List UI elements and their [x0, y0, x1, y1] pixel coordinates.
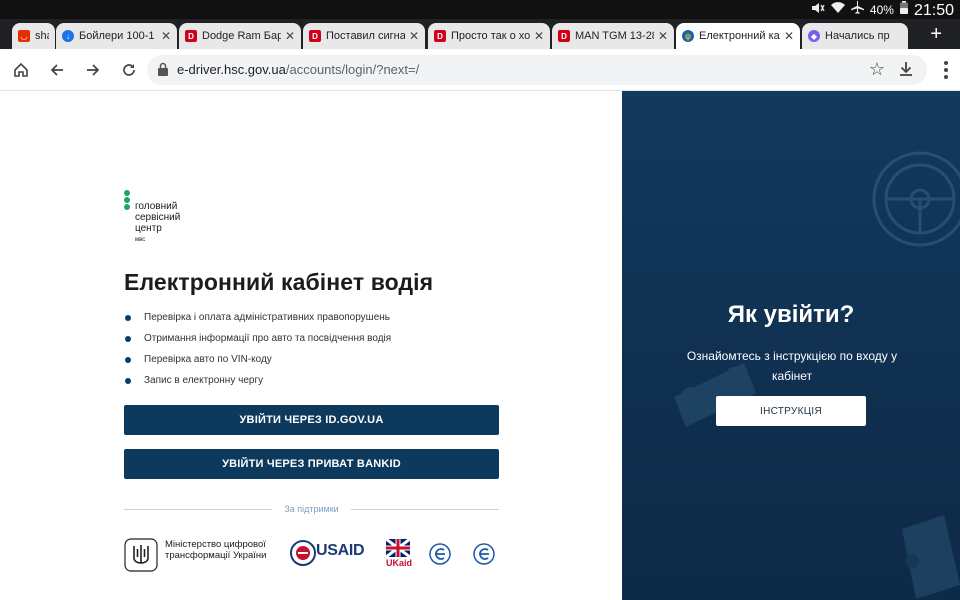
tab-prosto[interactable]: D Просто так о хо ✕ [428, 23, 550, 49]
clock: 21:50 [913, 1, 954, 19]
page-title: Електронний кабінет водія [124, 269, 434, 295]
battery-level: 40% [869, 3, 894, 17]
address-bar[interactable]: e-driver.hsc.gov.ua/accounts/login/?next… [147, 55, 927, 85]
aliexpress-icon: ◡ [18, 30, 30, 42]
status-bar: 40% 21:50 [0, 0, 960, 19]
e-letter-icon [473, 543, 495, 565]
logo-text: головний сервісний центр [135, 201, 181, 234]
close-tab-icon[interactable]: ✕ [784, 29, 794, 43]
viber-icon: ◆ [808, 30, 820, 42]
list-item: Перевірка авто по VIN-коду [124, 353, 504, 374]
battery-icon [899, 1, 908, 19]
url-text[interactable]: e-driver.hsc.gov.ua/accounts/login/?next… [177, 62, 419, 77]
logo-dots-icon [124, 190, 132, 211]
back-button[interactable] [46, 59, 68, 81]
steering-wheel-icon [872, 151, 960, 247]
tab-sha[interactable]: ◡ sha [12, 23, 55, 49]
help-description: Ознайомтесь з інструкцією по входу у каб… [686, 349, 898, 383]
login-privat-bankid-button[interactable]: УВІЙТИ ЧЕРЕЗ ПРИВАТ BANKID [124, 449, 499, 479]
close-tab-icon[interactable]: ✕ [161, 29, 171, 43]
ukraine-emblem-icon: ψ [682, 30, 694, 42]
drive2-icon: D [185, 30, 197, 42]
reload-icon [123, 64, 135, 76]
tab-signal[interactable]: D Поставил сигна ✕ [303, 23, 425, 49]
tab-boilers[interactable]: ↓ Бойлери 100-1 ✕ [56, 23, 177, 49]
browser-toolbar: e-driver.hsc.gov.ua/accounts/login/?next… [0, 49, 960, 91]
new-tab-button[interactable]: + [930, 21, 942, 47]
tab-nachalis[interactable]: ◆ Начались пр [802, 23, 908, 49]
bullet-icon [125, 357, 131, 363]
drive2-icon: D [558, 30, 570, 42]
page: головний сервісний центр мвс Електронний… [0, 91, 960, 600]
tab-strip: ◡ sha ↓ Бойлери 100-1 ✕ D Dodge Ram Бар … [0, 19, 960, 49]
close-tab-icon[interactable]: ✕ [285, 29, 295, 43]
ukaid-text: UKaid [386, 558, 413, 568]
bullet-icon [125, 378, 131, 384]
home-button[interactable] [10, 59, 32, 81]
ministry-name: Міністерство цифрової трансформації Укра… [165, 539, 267, 561]
support-divider: За підтримки [124, 503, 499, 517]
tab-e-driver[interactable]: ψ Електронний ка ✕ [676, 23, 800, 49]
tab-man-tgm[interactable]: D MAN TGM 13-28 ✕ [552, 23, 674, 49]
drive2-icon: D [434, 30, 446, 42]
bullet-icon [125, 315, 131, 321]
ministry-logo [124, 538, 158, 577]
wifi-icon [830, 1, 845, 19]
login-id-gov-button[interactable]: УВІЙТИ ЧЕРЕЗ ID.GOV.UA [124, 405, 499, 435]
usaid-logo [290, 540, 316, 571]
back-arrow-icon [50, 64, 63, 76]
forward-button[interactable] [82, 59, 104, 81]
browser-menu-button[interactable] [944, 61, 948, 82]
mute-icon [811, 2, 825, 19]
forward-arrow-icon [87, 64, 100, 76]
eu-partner-logo-1 [428, 542, 452, 571]
download-icon[interactable] [897, 60, 915, 78]
bookmark-star-icon[interactable]: ☆ [869, 59, 885, 80]
globe-icon: ↓ [62, 30, 74, 42]
drive2-icon: D [309, 30, 321, 42]
bullet-icon [125, 336, 131, 342]
trident-icon [124, 538, 158, 572]
uk-flag-icon [385, 537, 411, 559]
list-item: Перевірка і оплата адміністративних прав… [124, 311, 504, 332]
airplane-icon [850, 1, 864, 19]
list-item: Запис в електронну чергу [124, 374, 504, 395]
usaid-text: USAID [316, 542, 365, 559]
login-panel: головний сервісний центр мвс Електронний… [0, 91, 622, 600]
home-icon [14, 62, 28, 77]
e-letter-icon [429, 543, 451, 565]
eu-partner-logo-2 [472, 542, 496, 571]
lock-icon [158, 62, 168, 76]
instruction-button[interactable]: ІНСТРУКЦІЯ [716, 396, 866, 426]
fuel-canister-icon [902, 515, 960, 599]
close-tab-icon[interactable]: ✕ [534, 29, 544, 43]
reload-button[interactable] [118, 59, 140, 81]
usaid-seal-icon [290, 540, 316, 566]
close-tab-icon[interactable]: ✕ [409, 29, 419, 43]
help-title: Як увійти? [727, 301, 855, 328]
logo-subtitle: мвс [135, 237, 146, 243]
close-tab-icon[interactable]: ✕ [658, 29, 668, 43]
list-item: Отримання інформації про авто та посвідч… [124, 332, 504, 353]
partner-logos: Міністерство цифрової трансформації Укра… [124, 536, 504, 576]
feature-list: Перевірка і оплата адміністративних прав… [124, 311, 504, 395]
tab-dodge-ram[interactable]: D Dodge Ram Бар ✕ [179, 23, 301, 49]
hsc-logo: головний сервісний центр мвс [124, 190, 214, 250]
